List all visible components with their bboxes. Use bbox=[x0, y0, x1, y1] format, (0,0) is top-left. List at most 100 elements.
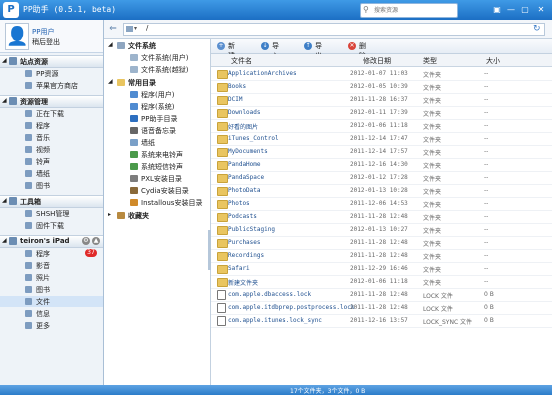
sidebar-item-shsh[interactable]: SHSH管理 bbox=[0, 208, 103, 219]
status-text: 17个文件夹，3个文件，0 B bbox=[290, 388, 366, 395]
file-date: 2011-11-28 12:48 bbox=[350, 252, 408, 259]
file-size: -- bbox=[484, 265, 489, 272]
column-header-size[interactable]: 大小 bbox=[486, 56, 500, 66]
column-header-type[interactable]: 类型 bbox=[423, 56, 437, 66]
table-row[interactable]: com.apple.itunes.lock_sync 2011-12-16 13:… bbox=[211, 314, 552, 328]
sidebar-item-messages[interactable]: 信息 bbox=[0, 308, 103, 319]
collapse-icon: ◢ bbox=[2, 237, 7, 244]
table-row[interactable]: Books 2012-01-05 10:39 文件夹 -- bbox=[211, 80, 552, 94]
table-row[interactable]: Downloads 2012-01-11 17:39 文件夹 -- bbox=[211, 106, 552, 120]
table-row[interactable]: Purchases 2011-11-28 12:48 文件夹 -- bbox=[211, 236, 552, 250]
sidebar-item-books[interactable]: 图书 bbox=[0, 180, 103, 191]
sidebar-item-label: 图书 bbox=[36, 182, 50, 190]
search-icon: ⚲ bbox=[363, 5, 369, 14]
file-name: Photos bbox=[228, 200, 250, 207]
file-date: 2012-01-07 11:03 bbox=[350, 70, 408, 77]
file-name: ApplicationArchives bbox=[228, 70, 297, 77]
sidebar-item-video[interactable]: 视频 bbox=[0, 144, 103, 155]
table-row[interactable]: iTunes_Control 2011-12-14 17:47 文件夹 -- bbox=[211, 132, 552, 146]
folder-icon bbox=[217, 265, 228, 274]
device-eject-icon[interactable]: ▲ bbox=[92, 237, 100, 245]
folder-icon bbox=[217, 200, 228, 209]
device-settings-icon[interactable]: ⚙ bbox=[82, 237, 90, 245]
table-row[interactable]: PhotoData 2012-01-13 10:28 文件夹 -- bbox=[211, 184, 552, 198]
table-row[interactable]: 新建文件夹 2012-01-06 11:18 文件夹 -- bbox=[211, 275, 552, 289]
file-type: 文件夹 bbox=[423, 189, 442, 196]
sidebar-item-media[interactable]: 影音 bbox=[0, 260, 103, 271]
sidebar-item-device-apps[interactable]: 程序 37 bbox=[0, 248, 103, 259]
chevron-down-icon[interactable]: ▾ bbox=[134, 25, 137, 32]
maximize-button[interactable]: ▢ bbox=[519, 4, 531, 15]
sidebar-item-ringtones[interactable]: 铃声 bbox=[0, 156, 103, 167]
file-date: 2011-11-28 16:37 bbox=[350, 96, 408, 103]
sidebar-item-firmware[interactable]: 固件下载 bbox=[0, 220, 103, 231]
file-date: 2012-01-05 10:39 bbox=[350, 83, 408, 90]
section-label: teiron's iPad bbox=[20, 237, 70, 245]
file-name: Downloads bbox=[228, 109, 261, 116]
count-badge: 37 bbox=[85, 249, 97, 257]
sidebar-item-app-store[interactable]: 苹果官方商店 bbox=[0, 80, 103, 91]
new-folder-icon: + bbox=[217, 42, 225, 50]
section-device[interactable]: ◢ teiron's iPad ⚙ ▲ bbox=[0, 235, 103, 248]
column-header-name[interactable]: 文件名 bbox=[231, 56, 252, 66]
table-row[interactable]: com.apple.itdbprep.postprocess.lock 2011-… bbox=[211, 301, 552, 315]
filesystem-icon bbox=[117, 42, 125, 49]
refresh-icon[interactable]: ↻ bbox=[533, 24, 541, 34]
folder-icon bbox=[217, 70, 228, 79]
table-row[interactable]: Safari 2011-12-29 16:46 文件夹 -- bbox=[211, 262, 552, 276]
sidebar-item-downloading[interactable]: 正在下载 bbox=[0, 108, 103, 119]
path-field[interactable]: ▾ / bbox=[123, 23, 545, 36]
file-name: Recordings bbox=[228, 252, 265, 259]
sidebar-item-label: 信息 bbox=[36, 310, 50, 318]
file-size: -- bbox=[484, 278, 489, 285]
sidebar-item-apps[interactable]: 程序 bbox=[0, 120, 103, 131]
pp-icon bbox=[25, 70, 32, 77]
table-row[interactable]: ApplicationArchives 2012-01-07 11:03 文件夹 -- bbox=[211, 67, 552, 81]
sidebar-item-device-books[interactable]: 图书 bbox=[0, 284, 103, 295]
file-size: -- bbox=[484, 83, 489, 90]
section-site-resources[interactable]: ◢ 站点资源 bbox=[0, 55, 103, 68]
table-row[interactable]: DCIM 2011-11-28 16:37 文件夹 -- bbox=[211, 93, 552, 107]
table-row[interactable]: 好看的图片 2012-01-06 11:18 文件夹 -- bbox=[211, 119, 552, 133]
file-type: 文件夹 bbox=[423, 124, 442, 131]
sidebar-item-label: 正在下载 bbox=[36, 110, 64, 118]
table-row[interactable]: PublicStaging 2012-01-13 10:27 文件夹 -- bbox=[211, 223, 552, 237]
back-button[interactable]: ⇐ bbox=[107, 23, 119, 35]
section-resource-management[interactable]: ◢ 资源管理 bbox=[0, 95, 103, 108]
sidebar-item-label: 更多 bbox=[36, 322, 50, 330]
search-box[interactable]: ⚲ bbox=[360, 3, 458, 18]
status-bar: 17个文件夹，3个文件，0 B bbox=[0, 385, 552, 395]
username[interactable]: PP用户 bbox=[32, 27, 54, 37]
sidebar-item-label: 程序 bbox=[36, 250, 50, 258]
table-row[interactable]: Podcasts 2011-11-28 12:48 文件夹 -- bbox=[211, 210, 552, 224]
table-row[interactable]: com.apple.dbaccess.lock 2011-11-28 12:48 L… bbox=[211, 288, 552, 302]
file-type: 文件夹 bbox=[423, 98, 442, 105]
sidebar-item-wallpapers[interactable]: 墙纸 bbox=[0, 168, 103, 179]
folder-icon bbox=[217, 278, 228, 287]
file-name: com.apple.itunes.lock_sync bbox=[228, 317, 322, 324]
table-row[interactable]: Photos 2011-12-06 14:53 文件夹 -- bbox=[211, 197, 552, 211]
skin-button[interactable]: ▣ bbox=[491, 4, 503, 15]
table-row[interactable]: Recordings 2011-11-28 12:48 文件夹 -- bbox=[211, 249, 552, 263]
avatar[interactable]: 👤 bbox=[5, 23, 29, 50]
sidebar-item-photos[interactable]: 照片 bbox=[0, 272, 103, 283]
media-icon bbox=[25, 262, 32, 269]
table-row[interactable]: PandaSpace 2012-01-12 17:28 文件夹 -- bbox=[211, 171, 552, 185]
folder-icon bbox=[217, 187, 228, 196]
table-row[interactable]: PandaHome 2011-12-16 14:30 文件夹 -- bbox=[211, 158, 552, 172]
file-date: 2011-11-28 12:48 bbox=[350, 239, 408, 246]
sidebar-item-files[interactable]: 文件 bbox=[0, 296, 103, 307]
sidebar-item-music[interactable]: 音乐 bbox=[0, 132, 103, 143]
minimize-button[interactable]: — bbox=[505, 4, 517, 15]
logout-link[interactable]: 稍后登出 bbox=[32, 37, 60, 47]
message-icon bbox=[25, 310, 32, 317]
sidebar-item-more[interactable]: 更多 bbox=[0, 320, 103, 331]
column-header-date[interactable]: 修改日期 bbox=[363, 56, 391, 66]
sidebar-item-pp-resources[interactable]: PP资源 bbox=[0, 68, 103, 79]
search-input[interactable] bbox=[374, 5, 454, 15]
section-label: 站点资源 bbox=[20, 58, 48, 66]
section-toolbox[interactable]: ◢ 工具箱 bbox=[0, 195, 103, 208]
table-row[interactable]: MyDocuments 2011-12-14 17:57 文件夹 -- bbox=[211, 145, 552, 159]
music-icon bbox=[25, 134, 32, 141]
close-button[interactable]: ✕ bbox=[535, 4, 547, 15]
